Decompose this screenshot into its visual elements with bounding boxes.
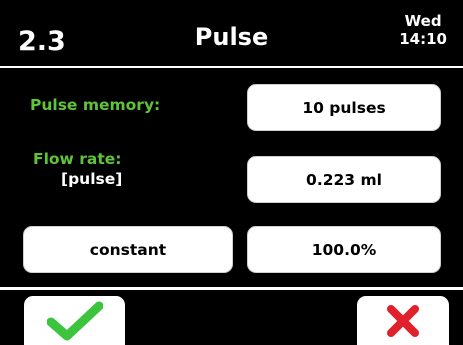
footer-divider	[0, 287, 463, 290]
header-divider	[0, 66, 463, 68]
checkmark-icon	[46, 301, 103, 340]
pulse-memory-label: Pulse memory:	[30, 96, 161, 114]
x-icon	[387, 304, 419, 337]
percent-button[interactable]: 100.0%	[247, 226, 441, 273]
clock: Wed 14:10	[399, 12, 447, 48]
confirm-button[interactable]	[24, 296, 125, 345]
percent-value: 100.0%	[311, 240, 377, 259]
flow-rate-button[interactable]: 0.223 ml	[247, 156, 441, 203]
cancel-button[interactable]	[357, 296, 449, 345]
header-bar: 2.3 Pulse Wed 14:10	[0, 0, 463, 66]
page-title: Pulse	[194, 23, 269, 51]
pulse-memory-value: 10 pulses	[302, 98, 386, 117]
mode-value: constant	[89, 240, 167, 259]
flow-rate-unit-label: [pulse]	[61, 170, 123, 188]
time-label: 14:10	[399, 30, 447, 48]
flow-rate-value: 0.223 ml	[306, 170, 382, 189]
mode-button[interactable]: constant	[23, 226, 233, 273]
flow-rate-label: Flow rate:	[33, 150, 122, 168]
day-label: Wed	[404, 12, 442, 30]
pulse-memory-button[interactable]: 10 pulses	[247, 84, 441, 131]
